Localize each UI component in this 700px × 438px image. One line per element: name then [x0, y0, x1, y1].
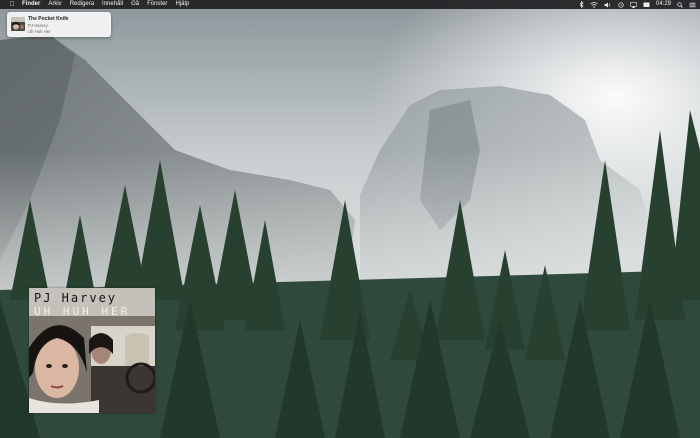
wifi-icon[interactable] — [590, 1, 598, 8]
bluetooth-icon[interactable] — [579, 1, 584, 8]
menubar-clock[interactable]: 04:29 — [656, 0, 671, 9]
sync-icon[interactable] — [618, 1, 624, 8]
volume-icon[interactable] — [604, 2, 612, 8]
menu-item-hjalp[interactable]: Hjälp — [171, 0, 193, 9]
notification-artist: PJ Harvey — [28, 23, 48, 28]
airplay-icon[interactable] — [630, 1, 637, 8]
album-art-widget[interactable]: PJ Harvey UH HUH HER — [29, 288, 155, 413]
notification-center-icon[interactable] — [689, 2, 696, 8]
menu-item-innehall[interactable]: Innehåll — [98, 0, 127, 9]
album-title-text: UH HUH HER — [34, 305, 131, 318]
menu-item-redigera[interactable]: Redigera — [66, 0, 98, 9]
notification-album-thumbnail — [11, 17, 25, 31]
menu-bar:  Finder Arkiv Redigera Innehåll Gå Föns… — [0, 0, 700, 9]
menu-app-name[interactable]: Finder — [18, 0, 44, 9]
menu-item-fonster[interactable]: Fönster — [143, 0, 171, 9]
notification-title: The Pocket Knife — [28, 16, 69, 22]
album-artist-text: PJ Harvey — [34, 291, 118, 305]
search-icon[interactable] — [677, 1, 683, 8]
menu-item-arkiv[interactable]: Arkiv — [44, 0, 65, 9]
now-playing-notification[interactable]: The Pocket Knife PJ Harvey Uh Huh Her — [7, 12, 111, 37]
notification-album: Uh Huh Her — [28, 29, 51, 34]
screen-icon[interactable] — [643, 2, 650, 8]
menu-item-ga[interactable]: Gå — [127, 0, 143, 9]
apple-menu-icon[interactable]:  — [6, 0, 18, 9]
